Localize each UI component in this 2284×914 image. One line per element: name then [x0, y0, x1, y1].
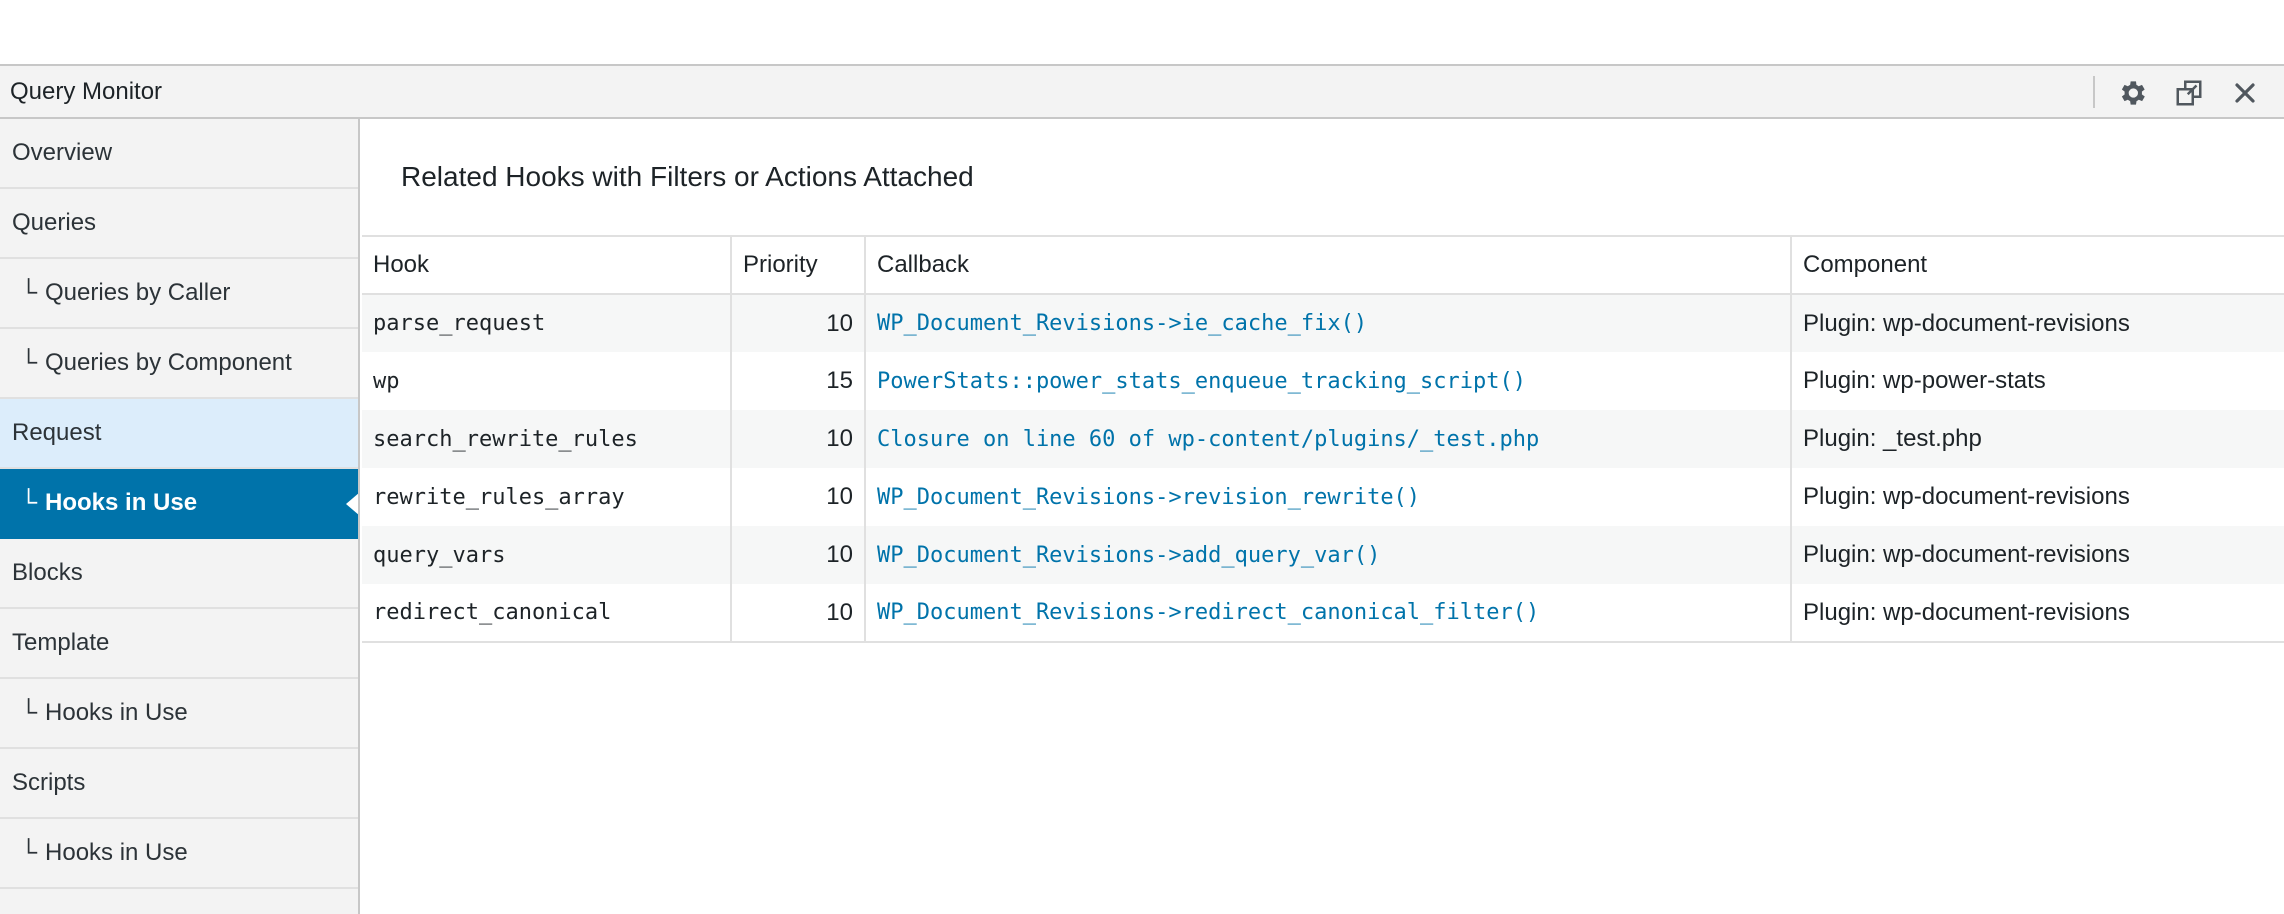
popout-button[interactable] [2171, 75, 2207, 111]
hook-cell: redirect_canonical [362, 584, 731, 643]
sidebar-item-label: Blocks [12, 559, 83, 586]
tree-branch-icon: └ [20, 349, 38, 376]
priority-cell: 10 [730, 410, 865, 468]
query-monitor-panel: Query Monitor Overview Queries └ Queries … [0, 64, 2284, 914]
sidebar-item-label: Queries by Component [45, 349, 292, 376]
sidebar-item-template-hooks-in-use[interactable]: └ Hooks in Use [0, 679, 358, 749]
priority-cell: 10 [730, 526, 865, 584]
sidebar-item-blocks[interactable]: Blocks [0, 539, 358, 609]
table-row: search_rewrite_rules 10 Closure on line … [362, 410, 2284, 468]
sidebar-item-label: Queries by Caller [45, 279, 231, 306]
main-content: Related Hooks with Filters or Actions At… [362, 119, 2284, 914]
component-cell: Plugin: wp-document-revisions [1790, 294, 2284, 352]
sidebar-item-label: Template [12, 629, 110, 656]
callback-link[interactable]: WP_Document_Revisions->redirect_canonica… [864, 584, 1791, 643]
close-icon [2235, 83, 2255, 103]
table-header-row: Hook Priority Callback Component [362, 235, 2284, 295]
table-row: wp 15 PowerStats::power_stats_enqueue_tr… [362, 352, 2284, 410]
tree-branch-icon: └ [20, 699, 38, 726]
settings-button[interactable] [2114, 75, 2150, 111]
sidebar-item-label: Hooks in Use [45, 489, 198, 516]
component-cell: Plugin: _test.php [1790, 410, 2284, 468]
sidebar-item-label: Request [12, 419, 102, 446]
hook-cell: parse_request [362, 294, 731, 352]
component-cell: Plugin: wp-power-stats [1790, 352, 2284, 410]
column-header-callback[interactable]: Callback [864, 235, 1791, 295]
sidebar-item-label: Queries [12, 209, 97, 236]
sidebar-item-label: Scripts [12, 769, 86, 796]
sidebar-item-request[interactable]: Request [0, 399, 358, 469]
sidebar-item-scripts-hooks-in-use[interactable]: └ Hooks in Use [0, 819, 358, 889]
sidebar-item-request-hooks-in-use[interactable]: └ Hooks in Use [0, 469, 358, 539]
priority-cell: 10 [730, 584, 865, 643]
panel-titlebar: Query Monitor [0, 64, 2284, 119]
column-header-priority[interactable]: Priority [730, 235, 865, 295]
sidebar-item-label: Overview [12, 139, 113, 166]
priority-cell: 15 [730, 352, 865, 410]
gear-icon [2121, 81, 2145, 105]
component-cell: Plugin: wp-document-revisions [1790, 584, 2284, 643]
sidebar-item-template[interactable]: Template [0, 609, 358, 679]
table-row: parse_request 10 WP_Document_Revisions->… [362, 294, 2284, 352]
popout-icon [2176, 80, 2202, 106]
table-row: redirect_canonical 10 WP_Document_Revisi… [362, 584, 2284, 643]
tree-branch-icon: └ [20, 279, 38, 306]
sidebar-item-label: Hooks in Use [45, 699, 188, 726]
table-row: rewrite_rules_array 10 WP_Document_Revis… [362, 468, 2284, 526]
component-cell: Plugin: wp-document-revisions [1790, 468, 2284, 526]
callback-link[interactable]: WP_Document_Revisions->ie_cache_fix() [864, 294, 1791, 352]
column-header-component[interactable]: Component [1790, 235, 2284, 295]
sidebar-item-queries-by-caller[interactable]: └ Queries by Caller [0, 259, 358, 329]
page-top-area [0, 0, 2284, 64]
tree-branch-icon: └ [20, 839, 38, 866]
sidebar-item-scripts[interactable]: Scripts [0, 749, 358, 819]
priority-cell: 10 [730, 468, 865, 526]
sidebar-item-queries[interactable]: Queries [0, 189, 358, 259]
close-button[interactable] [2227, 75, 2263, 111]
hook-cell: query_vars [362, 526, 731, 584]
panel-title: Query Monitor [10, 78, 163, 105]
sidebar-nav: Overview Queries └ Queries by Caller └ Que… [0, 119, 360, 914]
callback-link[interactable]: WP_Document_Revisions->add_query_var() [864, 526, 1791, 584]
callback-link[interactable]: WP_Document_Revisions->revision_rewrite(… [864, 468, 1791, 526]
component-cell: Plugin: wp-document-revisions [1790, 526, 2284, 584]
hook-cell: wp [373, 368, 400, 394]
callback-link[interactable]: Closure on line 60 of wp-content/plugins… [864, 410, 1791, 468]
priority-cell: 10 [730, 294, 865, 352]
section-caption: Related Hooks with Filters or Actions At… [401, 161, 974, 192]
column-header-hook[interactable]: Hook [362, 235, 731, 295]
sidebar-item-label: Hooks in Use [45, 839, 188, 866]
titlebar-divider [2093, 76, 2095, 108]
hook-cell: rewrite_rules_array [373, 484, 625, 510]
sidebar-item-queries-by-component[interactable]: └ Queries by Component [0, 329, 358, 399]
callback-link[interactable]: PowerStats::power_stats_enqueue_tracking… [864, 352, 1791, 410]
hooks-table: Hook Priority Callback Component parse_r… [362, 235, 2284, 643]
tree-branch-icon: └ [20, 489, 38, 516]
sidebar-item-overview[interactable]: Overview [0, 119, 358, 189]
table-row: query_vars 10 WP_Document_Revisions->add… [362, 526, 2284, 584]
hook-cell: search_rewrite_rules [362, 410, 731, 468]
